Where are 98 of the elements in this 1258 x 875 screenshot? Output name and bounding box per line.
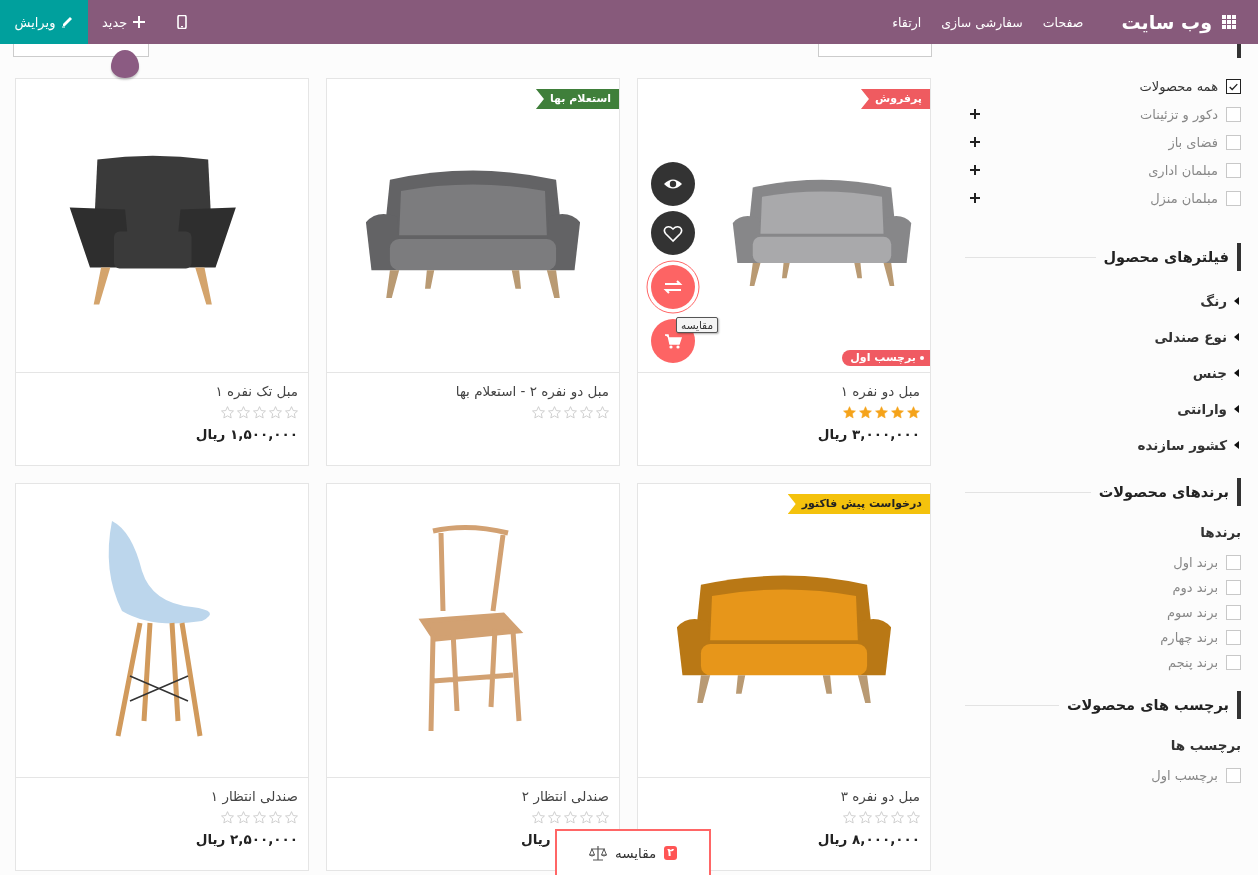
plus-icon	[133, 16, 146, 28]
product-name[interactable]: صندلی انتظار ۲	[521, 788, 609, 804]
star-outline-icon	[285, 406, 298, 419]
site-title[interactable]: وب سایت	[1121, 11, 1212, 33]
star-outline-icon	[237, 811, 250, 824]
star-outline-icon	[907, 811, 920, 824]
filter-item[interactable]: کشور سازنده	[965, 433, 1241, 456]
filter-item[interactable]: جنس	[965, 361, 1241, 384]
star-outline-icon	[221, 811, 234, 824]
pencil-icon	[61, 16, 74, 28]
menu-item[interactable]: ارتقاء	[892, 14, 922, 30]
caret-icon	[1233, 296, 1241, 305]
ribbon: پرفروش	[860, 89, 930, 109]
star-outline-icon	[843, 811, 856, 824]
star-outline-icon	[253, 406, 266, 419]
star-outline-icon	[285, 811, 298, 824]
tooltip: مقایسه	[676, 317, 719, 333]
option-label[interactable]: برند چهارم	[1160, 630, 1218, 645]
star-outline-icon	[548, 811, 561, 824]
caret-icon	[1233, 404, 1241, 413]
section-heading: برندهای محصولات	[1098, 484, 1229, 500]
expand-plus-icon[interactable]	[970, 137, 980, 147]
caret-icon	[1233, 332, 1241, 341]
filter-item[interactable]: رنگ	[965, 289, 1241, 312]
star-outline-icon	[564, 406, 577, 419]
option-label[interactable]: برند پنجم	[1168, 655, 1218, 670]
product-name[interactable]: مبل تک نفره ۱	[215, 383, 298, 399]
product-card[interactable]: استعلام بها مبل دو نفره ۲ - استعلام بها	[326, 78, 620, 466]
star-filled-icon	[843, 406, 856, 419]
apps-menu-icon[interactable]	[1222, 15, 1236, 29]
star-outline-icon	[875, 811, 888, 824]
subheading: برچسب ها	[1169, 737, 1241, 753]
star-outline-icon	[564, 811, 577, 824]
star-outline-icon	[859, 811, 872, 824]
quick-view-button[interactable]	[651, 162, 695, 206]
section-heading: فیلترهای محصول	[1103, 249, 1229, 265]
menu-item[interactable]: صفحات	[1042, 14, 1084, 30]
expand-plus-icon[interactable]	[970, 109, 980, 119]
mobile-icon[interactable]	[177, 15, 188, 29]
star-outline-icon	[253, 811, 266, 824]
star-outline-icon	[596, 406, 609, 419]
ribbon: استعلام بها	[535, 89, 619, 109]
expand-plus-icon[interactable]	[970, 193, 980, 203]
product-price: ۸,۰۰۰,۰۰۰ ریال	[817, 831, 920, 847]
ribbon: درخواست پیش فاکتور	[787, 494, 930, 514]
product-card[interactable]: مبل تک نفره ۱ ۱,۵۰۰,۰۰۰ ریال	[15, 78, 309, 466]
caret-icon	[1233, 368, 1241, 377]
filter-item[interactable]: نوع صندلی	[965, 325, 1241, 348]
option-label[interactable]: برند سوم	[1166, 605, 1218, 620]
tag-badge: برچسب اول	[842, 350, 930, 366]
compare-button[interactable]	[646, 260, 700, 314]
category-label[interactable]: مبلمان منزل	[1150, 190, 1218, 206]
star-outline-icon	[580, 406, 593, 419]
menu-item[interactable]: سفارشی سازی	[941, 14, 1023, 30]
category-option[interactable]: همه محصولات	[1139, 75, 1241, 97]
star-outline-icon	[532, 406, 545, 419]
category-label[interactable]: دکور و تزئینات	[1140, 106, 1218, 122]
product-card[interactable]: صندلی انتظار ۱ ۲,۵۰۰,۰۰۰ ریال	[15, 483, 309, 871]
star-outline-icon	[221, 406, 234, 419]
new-button[interactable]: جدید	[88, 0, 160, 44]
option-label[interactable]: برند دوم	[1172, 580, 1218, 595]
star-outline-icon	[548, 406, 561, 419]
product-price: ۳,۰۰۰,۰۰۰ ریال	[817, 426, 920, 442]
product-name[interactable]: مبل دو نفره ۳	[840, 788, 920, 804]
compare-bar[interactable]: مقایسه ۲	[555, 829, 711, 875]
star-outline-icon	[580, 811, 593, 824]
product-name[interactable]: مبل دو نفره ۲ - استعلام بها	[455, 383, 609, 399]
star-filled-icon	[891, 406, 904, 419]
checkbox[interactable]	[1226, 78, 1241, 94]
product-name[interactable]: مبل دو نفره ۱	[840, 383, 920, 399]
star-outline-icon	[269, 811, 282, 824]
star-filled-icon	[859, 406, 872, 419]
filter-item[interactable]: وارانتی	[965, 397, 1241, 420]
caret-icon	[1233, 440, 1241, 449]
count-badge: ۲	[664, 846, 677, 860]
star-outline-icon	[269, 406, 282, 419]
product-price: ریال	[521, 831, 551, 847]
category-label[interactable]: مبلمان اداری	[1148, 162, 1218, 178]
scale-icon	[589, 845, 608, 861]
product-price: ۲,۵۰۰,۰۰۰ ریال	[195, 831, 298, 847]
category-label[interactable]: فضای باز	[1168, 134, 1218, 150]
star-outline-icon	[596, 811, 609, 824]
option-label[interactable]: برند اول	[1173, 555, 1218, 570]
product-name[interactable]: صندلی انتظار ۱	[210, 788, 298, 804]
star-outline-icon	[891, 811, 904, 824]
star-filled-icon	[907, 406, 920, 419]
star-outline-icon	[237, 406, 250, 419]
product-price: ۱,۵۰۰,۰۰۰ ریال	[195, 426, 298, 442]
view-toggle[interactable]	[818, 44, 932, 57]
star-filled-icon	[875, 406, 888, 419]
option-label[interactable]: برچسب اول	[1151, 768, 1218, 783]
product-card[interactable]: پرفروش برچسب اول مقایسه مبل دو نفره ۱ ۳,۰۰۰,۰۰۰ ریال	[637, 78, 931, 466]
wishlist-button[interactable]	[651, 211, 695, 255]
expand-plus-icon[interactable]	[970, 165, 980, 175]
star-outline-icon	[532, 811, 545, 824]
subheading: برندها	[1199, 524, 1241, 540]
section-heading: برچسب های محصولات	[1066, 697, 1229, 713]
sort-dropdown[interactable]	[13, 44, 149, 57]
